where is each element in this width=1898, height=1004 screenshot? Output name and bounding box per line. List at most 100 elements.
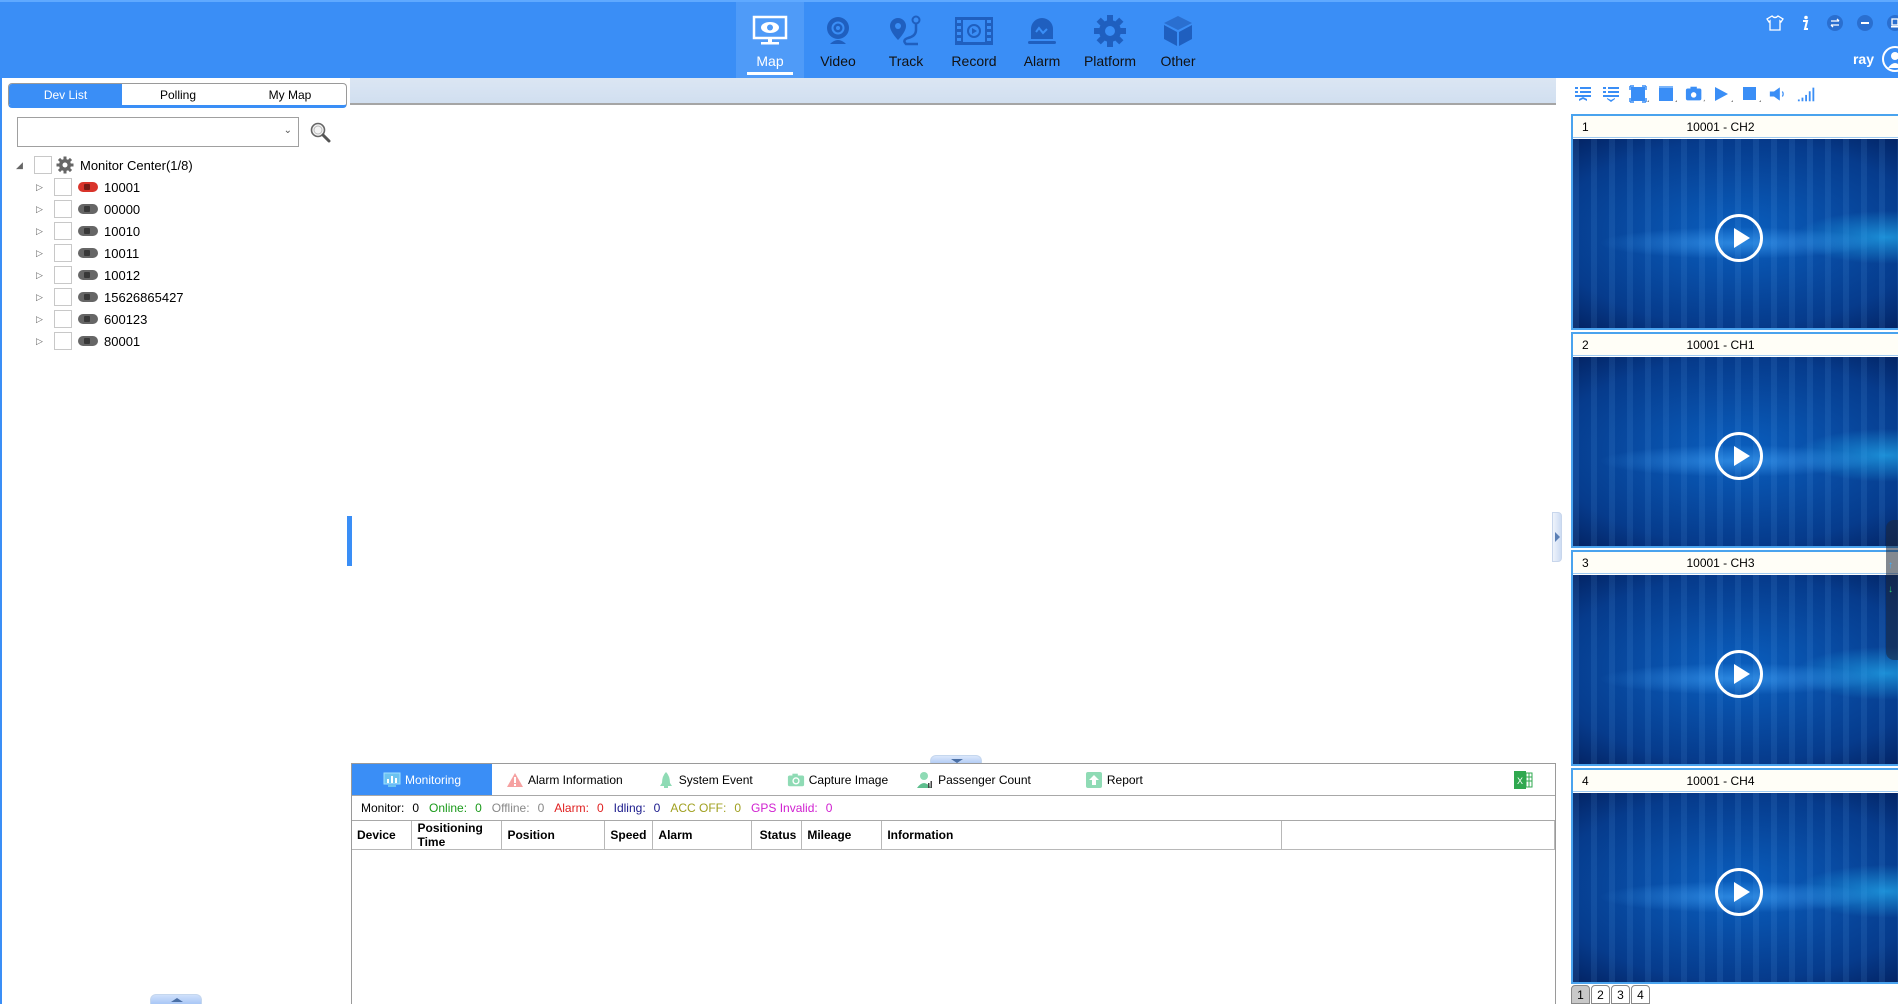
status-value: 0: [825, 801, 833, 815]
video-tile-3[interactable]: 3 10001 - CH3: [1571, 550, 1898, 766]
video-viewport[interactable]: [1573, 575, 1898, 764]
tab-system-event[interactable]: System Event: [645, 764, 765, 795]
network-speed-widget[interactable]: ↑ ↓: [1886, 520, 1898, 660]
tree-device-item[interactable]: ▷ 15626865427: [16, 286, 193, 308]
map-area[interactable]: [347, 78, 1556, 765]
video-panel-collapse-toggle[interactable]: [1552, 512, 1562, 562]
tree-device-item[interactable]: ▷ 10011: [16, 242, 193, 264]
tree-checkbox[interactable]: [54, 310, 72, 328]
device-search-combobox[interactable]: ⌄: [17, 117, 299, 147]
play-icon[interactable]: [1715, 432, 1763, 480]
play-all-icon[interactable]: [1713, 84, 1733, 104]
nav-alarm[interactable]: Alarm: [1008, 2, 1076, 78]
nav-track[interactable]: Track: [872, 2, 940, 78]
tree-checkbox[interactable]: [54, 222, 72, 240]
tree-device-item[interactable]: ▷ 10012: [16, 264, 193, 286]
sidebar-splitter-handle[interactable]: [347, 516, 352, 566]
tree-device-item[interactable]: ▷ 00000: [16, 198, 193, 220]
play-icon[interactable]: [1715, 650, 1763, 698]
nav-record[interactable]: Record: [940, 2, 1008, 78]
video-tile-2[interactable]: 2 10001 - CH1: [1571, 332, 1898, 548]
tab-my-map[interactable]: My Map: [234, 84, 346, 105]
tree-checkbox[interactable]: [54, 200, 72, 218]
excel-icon[interactable]: X: [1513, 770, 1533, 790]
expand-triangle-icon[interactable]: ▷: [36, 226, 50, 237]
list-collapse-icon[interactable]: [1601, 84, 1621, 104]
tree-device-item[interactable]: ▷ 10010: [16, 220, 193, 242]
col-mileage[interactable]: Mileage: [801, 821, 883, 850]
tree-device-item[interactable]: ▷ 80001: [16, 330, 193, 352]
expand-triangle-icon[interactable]: ▷: [36, 248, 50, 259]
nav-platform[interactable]: Platform: [1076, 2, 1144, 78]
tree-root-monitor-center[interactable]: ◢ Monitor Center(1/8): [16, 154, 193, 176]
tree-checkbox[interactable]: [54, 244, 72, 262]
expand-triangle-icon[interactable]: ▷: [36, 336, 50, 347]
tab-monitoring[interactable]: Monitoring: [352, 764, 492, 795]
col-device[interactable]: Device: [352, 821, 413, 850]
list-expand-icon[interactable]: [1573, 84, 1593, 104]
nav-map[interactable]: Map: [736, 2, 804, 78]
col-speed[interactable]: Speed: [604, 821, 654, 850]
snapshot-icon[interactable]: [1685, 84, 1705, 104]
layout-icon[interactable]: [1657, 84, 1677, 104]
expand-triangle-icon[interactable]: ▷: [36, 314, 50, 325]
switch-icon[interactable]: [1826, 14, 1844, 32]
tab-alarm-information[interactable]: Alarm Information: [494, 764, 635, 795]
tree-checkbox[interactable]: [54, 288, 72, 306]
device-label: 00000: [104, 201, 141, 217]
main-nav: Map Video Track Record Alarm Platform Ot…: [736, 2, 1212, 78]
table-header-row: Device Positioning Time Position Speed A…: [352, 821, 1555, 850]
tab-passenger-count[interactable]: Passenger Count: [904, 764, 1043, 795]
tree-checkbox[interactable]: [54, 266, 72, 284]
sidebar-collapse-toggle[interactable]: [150, 994, 202, 1004]
tab-polling[interactable]: Polling: [122, 84, 234, 105]
page-button-1[interactable]: 1: [1571, 985, 1590, 1004]
tree-device-item[interactable]: ▷ 10001: [16, 176, 193, 198]
video-viewport[interactable]: [1573, 139, 1898, 328]
chevron-down-icon[interactable]: ⌄: [284, 125, 292, 136]
tab-dev-list[interactable]: Dev List: [9, 84, 122, 105]
signal-icon[interactable]: [1797, 84, 1817, 104]
skin-shirt-icon[interactable]: [1766, 14, 1784, 32]
expand-triangle-icon[interactable]: ▷: [36, 204, 50, 215]
volume-icon[interactable]: [1769, 84, 1789, 104]
page-button-3[interactable]: 3: [1611, 985, 1630, 1004]
page-button-2[interactable]: 2: [1591, 985, 1610, 1004]
tab-capture-image[interactable]: Capture Image: [775, 764, 900, 795]
tab-report[interactable]: Report: [1073, 764, 1155, 795]
nav-video[interactable]: Video: [804, 2, 872, 78]
restore-icon[interactable]: [1886, 14, 1898, 32]
user-area[interactable]: ray: [1853, 46, 1898, 72]
video-tile-4[interactable]: 4 10001 - CH4: [1571, 768, 1898, 984]
nav-other[interactable]: Other: [1144, 2, 1212, 78]
expand-triangle-icon[interactable]: ▷: [36, 292, 50, 303]
minimize-icon[interactable]: [1856, 14, 1874, 32]
tree-checkbox[interactable]: [54, 332, 72, 350]
device-label: 600123: [104, 311, 148, 327]
page-button-4[interactable]: 4: [1631, 985, 1650, 1004]
col-position[interactable]: Position: [501, 821, 606, 850]
info-icon[interactable]: [1796, 14, 1814, 32]
search-icon[interactable]: [309, 121, 331, 143]
expand-triangle-icon[interactable]: ▷: [36, 270, 50, 281]
video-viewport[interactable]: [1573, 357, 1898, 546]
expand-triangle-icon[interactable]: ▷: [36, 182, 50, 193]
col-alarm[interactable]: Alarm: [652, 821, 753, 850]
stop-all-icon[interactable]: [1741, 84, 1761, 104]
user-avatar-icon[interactable]: [1882, 46, 1898, 72]
tree-checkbox[interactable]: [54, 178, 72, 196]
col-positioning-time[interactable]: Positioning Time: [411, 821, 503, 850]
tree-checkbox[interactable]: [34, 156, 52, 174]
tree-device-item[interactable]: ▷ 600123: [16, 308, 193, 330]
collapse-triangle-icon[interactable]: ◢: [16, 160, 30, 171]
video-viewport[interactable]: [1573, 793, 1898, 982]
video-tile-1[interactable]: 1 10001 - CH2: [1571, 114, 1898, 330]
col-status[interactable]: Status: [751, 821, 803, 850]
vehicle-status-icon: [78, 336, 98, 346]
fullscreen-icon[interactable]: [1629, 84, 1649, 104]
col-information[interactable]: Information: [881, 821, 1283, 850]
play-icon[interactable]: [1715, 868, 1763, 916]
col-extra[interactable]: [1281, 821, 1555, 850]
device-search-input[interactable]: [18, 118, 278, 146]
play-icon[interactable]: [1715, 214, 1763, 262]
